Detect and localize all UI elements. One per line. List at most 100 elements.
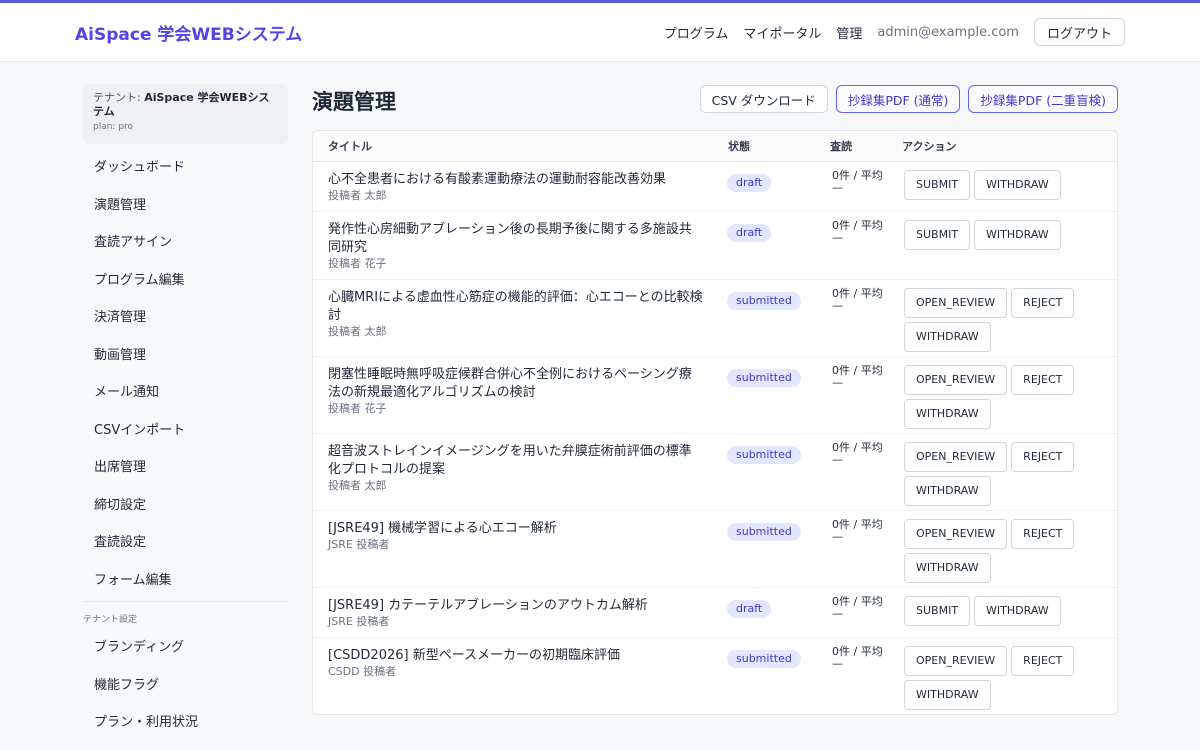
abstract-title-cell: [JSRE49] 機械学習による心エコー解析 JSRE 投稿者: [313, 510, 713, 588]
status-badge: draft: [727, 173, 772, 192]
table-row: 発作性心房細動アブレーション後の長期予後に関する多施設共同研究 投稿者 花子 dra…: [313, 211, 1117, 280]
abstract-title: 心不全患者における有酸素運動療法の運動耐容能改善効果: [328, 171, 667, 187]
status-badge: submitted: [727, 291, 801, 310]
action-group: OPEN_REVIEW REJECT WITHDRAW: [904, 287, 1109, 356]
pdf-normal-button[interactable]: 抄録集PDF (通常): [835, 85, 961, 113]
nav-link-admin[interactable]: 管理: [836, 23, 862, 42]
abstract-author: 投稿者 太郎: [328, 324, 387, 338]
sidebar-item[interactable]: プログラム編集: [83, 262, 288, 300]
sidebar-item[interactable]: 決済管理: [83, 299, 288, 337]
sidebar: テナント: AiSpace 学会WEBシステム plan: pro ダッシュボー…: [83, 84, 288, 742]
sidebar-item[interactable]: 動画管理: [83, 337, 288, 375]
nav-link-myportal[interactable]: マイポータル: [743, 23, 821, 42]
submit-button[interactable]: SUBMIT: [904, 595, 971, 626]
sidebar-item[interactable]: 出席管理: [83, 449, 288, 487]
status-badge: submitted: [727, 649, 801, 668]
action-group: OPEN_REVIEW REJECT WITHDRAW: [904, 441, 1109, 510]
actions-cell: SUBMIT WITHDRAW: [887, 211, 1117, 280]
sidebar-settings-menu: ブランディング 機能フラグ プラン・利用状況: [83, 629, 288, 742]
reject-button[interactable]: REJECT: [1011, 645, 1075, 676]
sidebar-item[interactable]: 演題管理: [83, 187, 288, 225]
column-header-actions: アクション: [887, 131, 1117, 162]
open-review-button[interactable]: OPEN_REVIEW: [904, 287, 1008, 318]
open-review-button[interactable]: OPEN_REVIEW: [904, 645, 1008, 676]
withdraw-button[interactable]: WITHDRAW: [904, 398, 991, 429]
abstract-author: 投稿者 花子: [328, 256, 387, 270]
status-badge: draft: [727, 599, 772, 618]
open-review-button[interactable]: OPEN_REVIEW: [904, 364, 1008, 395]
status-badge: submitted: [727, 445, 801, 464]
abstract-title: 超音波ストレインイメージングを用いた弁膜症術前評価の標準化プロトコルの提案: [328, 443, 692, 477]
table-row: 心不全患者における有酸素運動療法の運動耐容能改善効果 投稿者 太郎 draft 0件 …: [313, 161, 1117, 212]
abstract-title: [JSRE49] 機械学習による心エコー解析: [328, 520, 557, 536]
submit-button[interactable]: SUBMIT: [904, 219, 971, 250]
tenant-card: テナント: AiSpace 学会WEBシステム plan: pro: [83, 84, 288, 144]
sidebar-item[interactable]: CSVインポート: [83, 412, 288, 450]
review-summary: 0件 / 平均 —: [815, 510, 887, 588]
status-cell: submitted: [713, 433, 815, 511]
withdraw-button[interactable]: WITHDRAW: [904, 321, 991, 352]
abstract-title-cell: [CSDD2026] 新型ペースメーカーの初期臨床評価 CSDD 投稿者: [313, 637, 713, 714]
submit-button[interactable]: SUBMIT: [904, 169, 971, 200]
status-cell: submitted: [713, 510, 815, 588]
sidebar-item[interactable]: メール通知: [83, 374, 288, 412]
sidebar-settings-item[interactable]: 機能フラグ: [83, 667, 288, 705]
table-row: [JSRE49] カテーテルアブレーションのアウトカム解析 JSRE 投稿者 dra…: [313, 587, 1117, 638]
brand-logo[interactable]: AiSpace 学会WEBシステム: [75, 20, 302, 45]
sidebar-item[interactable]: フォーム編集: [83, 562, 288, 600]
open-review-button[interactable]: OPEN_REVIEW: [904, 518, 1008, 549]
reject-button[interactable]: REJECT: [1011, 287, 1075, 318]
review-summary: 0件 / 平均 —: [815, 356, 887, 434]
abstract-title: 閉塞性睡眠時無呼吸症候群合併心不全例におけるペーシング療法の新規最適化アルゴリズ…: [328, 366, 692, 400]
table-row: 閉塞性睡眠時無呼吸症候群合併心不全例におけるペーシング療法の新規最適化アルゴリズ…: [313, 356, 1117, 434]
withdraw-button[interactable]: WITHDRAW: [974, 169, 1061, 200]
withdraw-button[interactable]: WITHDRAW: [904, 475, 991, 506]
sidebar-settings-item[interactable]: プラン・利用状況: [83, 704, 288, 742]
actions-cell: SUBMIT WITHDRAW: [887, 161, 1117, 212]
reject-button[interactable]: REJECT: [1011, 364, 1075, 395]
abstract-author: 投稿者 太郎: [328, 188, 387, 202]
action-group: SUBMIT WITHDRAW: [904, 595, 1109, 630]
abstract-title-cell: [JSRE49] カテーテルアブレーションのアウトカム解析 JSRE 投稿者: [313, 587, 713, 638]
pdf-blind-button[interactable]: 抄録集PDF (二重盲検): [968, 85, 1118, 113]
action-group: SUBMIT WITHDRAW: [904, 219, 1109, 254]
open-review-button[interactable]: OPEN_REVIEW: [904, 441, 1008, 472]
abstract-author: CSDD 投稿者: [328, 664, 397, 678]
sidebar-item[interactable]: 締切設定: [83, 487, 288, 525]
sidebar-item[interactable]: 査読設定: [83, 524, 288, 562]
table-row: 超音波ストレインイメージングを用いた弁膜症術前評価の標準化プロトコルの提案 投稿者…: [313, 433, 1117, 511]
sidebar-section-label: テナント設定: [83, 615, 138, 625]
reject-button[interactable]: REJECT: [1011, 518, 1075, 549]
column-header-review: 査読: [815, 131, 887, 162]
withdraw-button[interactable]: WITHDRAW: [904, 679, 991, 710]
status-cell: submitted: [713, 356, 815, 434]
review-summary: 0件 / 平均 —: [815, 433, 887, 511]
column-header-title: タイトル: [313, 131, 713, 162]
sidebar-settings-item[interactable]: ブランディング: [83, 629, 288, 667]
sidebar-item[interactable]: ダッシュボード: [83, 149, 288, 187]
actions-cell: OPEN_REVIEW REJECT WITHDRAW: [887, 356, 1117, 434]
withdraw-button[interactable]: WITHDRAW: [904, 552, 991, 583]
actions-cell: OPEN_REVIEW REJECT WITHDRAW: [887, 510, 1117, 588]
review-summary: 0件 / 平均 —: [815, 211, 887, 280]
abstract-title-cell: 心不全患者における有酸素運動療法の運動耐容能改善効果 投稿者 太郎: [313, 161, 713, 212]
reject-button[interactable]: REJECT: [1011, 441, 1075, 472]
logout-button[interactable]: ログアウト: [1033, 18, 1125, 46]
abstract-title: 心臓MRIによる虚血性心筋症の機能的評価：心エコーとの比較検討: [328, 289, 703, 323]
csv-download-button[interactable]: CSV ダウンロード: [699, 85, 828, 113]
table-header-row: タイトル 状態 査読 アクション: [313, 131, 1117, 162]
tenant-plan: plan: pro: [93, 122, 134, 132]
table-row: [CSDD2026] 新型ペースメーカーの初期臨床評価 CSDD 投稿者 submi…: [313, 637, 1117, 714]
withdraw-button[interactable]: WITHDRAW: [974, 595, 1061, 626]
abstract-title-cell: 超音波ストレインイメージングを用いた弁膜症術前評価の標準化プロトコルの提案 投稿者…: [313, 433, 713, 511]
app-header: AiSpace 学会WEBシステム プログラム マイポータル 管理 admin@…: [0, 3, 1200, 62]
tenant-prefix: テナント:: [93, 91, 145, 104]
status-badge: submitted: [727, 522, 801, 541]
table-row: 心臓MRIによる虚血性心筋症の機能的評価：心エコーとの比較検討 投稿者 太郎 sub…: [313, 279, 1117, 357]
sidebar-item[interactable]: 査読アサイン: [83, 224, 288, 262]
action-group: SUBMIT WITHDRAW: [904, 169, 1109, 204]
tenant-name: テナント: AiSpace 学会WEBシステム: [93, 91, 278, 119]
nav-link-program[interactable]: プログラム: [664, 23, 729, 42]
sidebar-menu: ダッシュボード 演題管理 査読アサイン プログラム編集 決済管理 動画管理 メール通知 CSV…: [83, 149, 288, 599]
withdraw-button[interactable]: WITHDRAW: [974, 219, 1061, 250]
